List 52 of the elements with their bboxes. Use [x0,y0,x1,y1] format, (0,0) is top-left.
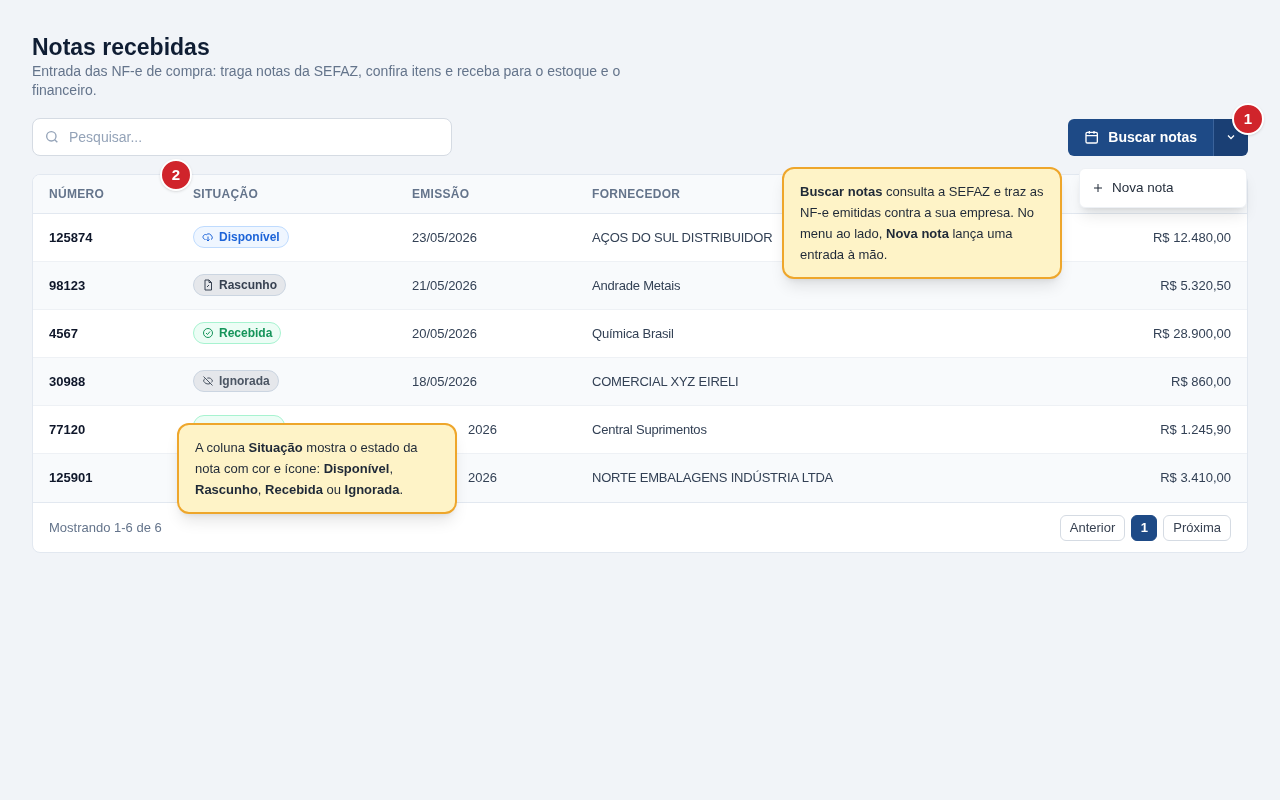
menu-item[interactable]: Nova nota [1092,177,1234,199]
table-cell-text: AÇOS DO SUL DISTRIBUIDOR [592,228,773,247]
page-button[interactable]: 1 [1131,514,1158,541]
pagination-button[interactable]: Anterior [1059,514,1126,541]
table-cell-text: 20/05/2026 [412,324,478,343]
table-cell-text: NORTE EMBALAGENS INDÚSTRIA LTDA [592,469,834,488]
table-cell-text: 125901 [49,469,93,488]
table-cell-text: 98123 [49,276,86,295]
table-cell-text: 30988 [49,372,86,391]
column-header: NÚMERO [49,185,105,203]
table-cell-text: Central Suprimentos [592,420,707,439]
tooltip: A coluna Situação mostra o estado da nota com cor e ícone: Disponível, Rascunho, Recebida ou Ignorada. [177,423,457,514]
table-cell-text: Andrade Metais [592,276,681,295]
cloud-download-icon [202,230,214,243]
page-title: Notas recebidas [32,33,210,62]
table-cell-text: R$ 1.245,90 [1160,420,1231,439]
table-cell-text: R$ 3.410,00 [1160,469,1231,488]
tour-step-tooltip: 1 [1232,103,1264,135]
status-badge: Recebida [193,321,282,344]
document-icon [202,278,214,291]
pagination-button[interactable]: Próxima [1163,514,1231,541]
results-summary: Mostrando 1-6 de 6 [49,518,162,537]
page-subtitle: Entrada das NF-e de compra: traga notas da SEFAZ, confira itens e receba para o estoque e o financeiro. [32,62,622,100]
table-cell-text: R$ 5.320,50 [1160,276,1231,295]
table-cell-text: 21/05/2026 [412,276,478,295]
tooltip: Buscar notas consulta a SEFAZ e traz as NF-e emitidas contra a sua empresa. No menu ao lado, Nova nota lança uma entrada à mão. [782,167,1062,279]
plus-icon [1092,182,1104,194]
table-cell-text: 125874 [49,228,93,247]
table-cell-text: 23/05/2026 [412,228,478,247]
table-cell-text: R$ 12.480,00 [1152,228,1231,247]
table-cell-text: 4567 [49,324,78,343]
table-cell-text: 2026 [468,469,497,488]
status-badge: Disponível [193,225,289,248]
status-badge: Rascunho [193,273,286,296]
tour-step-tooltip: 2 [160,159,192,191]
eye-off-icon [202,374,214,387]
table-cell-text: COMERCIAL XYZ EIRELI [592,372,739,391]
search-icon [44,129,60,145]
table-cell-text: 77120 [49,420,86,439]
search-field[interactable]: Pesquisar... [32,118,452,156]
table-cell-text: R$ 28.900,00 [1152,324,1231,343]
search-notes-button[interactable]: Buscar notas [1068,118,1213,156]
table-cell-text: Química Brasil [592,324,674,343]
table-cell-text: R$ 860,00 [1171,372,1231,391]
column-header: FORNECEDOR [592,186,681,203]
table-cell-text: 2026 [468,420,497,439]
calendar-icon [1084,129,1101,145]
column-header: SITUAÇÃO [193,185,259,203]
check-circle-icon [202,326,214,339]
column-header: EMISSÃO [412,185,470,203]
status-badge: Ignorada [193,369,279,392]
table-cell-text: 18/05/2026 [412,372,478,391]
